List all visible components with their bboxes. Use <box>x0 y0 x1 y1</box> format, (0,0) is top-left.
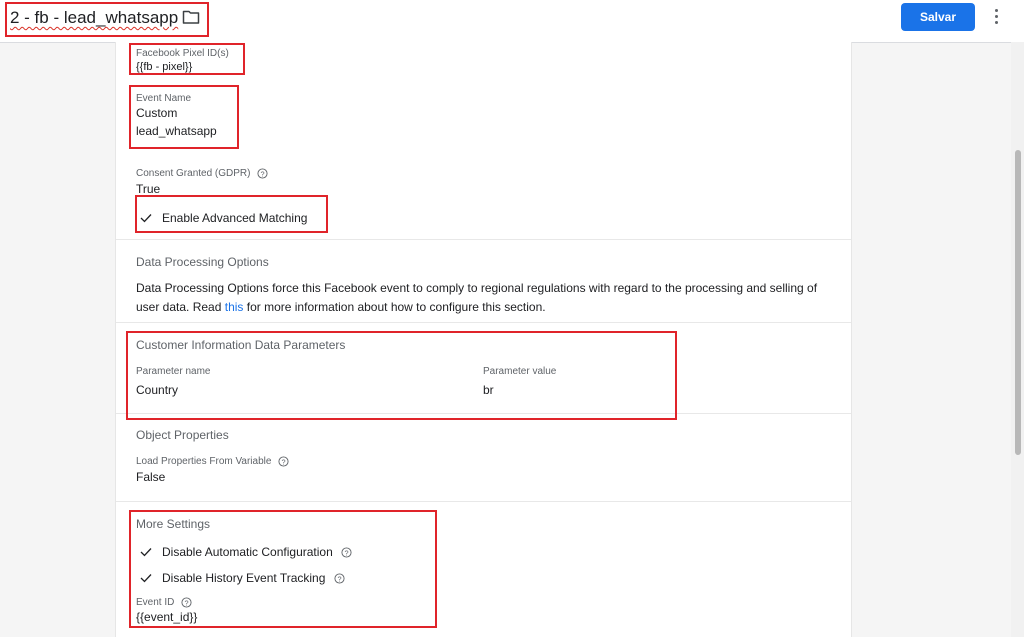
help-icon[interactable]: ? <box>257 168 268 179</box>
help-icon[interactable]: ? <box>278 456 289 467</box>
event-id-label: Event ID ? <box>136 597 192 608</box>
tag-title[interactable]: 2 - fb - lead_whatsapp <box>10 8 178 28</box>
help-icon[interactable]: ? <box>181 597 192 608</box>
disable-history-event-tracking[interactable]: Disable History Event Tracking ? <box>162 571 345 585</box>
tag-configuration-panel: Facebook Pixel ID(s) {{fb - pixel}} Even… <box>115 42 852 637</box>
consent-label: Consent Granted (GDPR) ? <box>136 168 268 179</box>
event-id-value: {{event_id}} <box>136 610 198 624</box>
load-properties-label-text: Load Properties From Variable <box>136 456 272 468</box>
svg-text:?: ? <box>282 457 286 466</box>
parameter-name-header: Parameter name <box>136 366 211 377</box>
section-divider <box>116 322 851 323</box>
load-properties-value: False <box>136 470 166 484</box>
consent-label-text: Consent Granted (GDPR) <box>136 168 251 180</box>
section-divider <box>116 239 851 240</box>
check-icon <box>140 574 152 583</box>
pixel-id-label: Facebook Pixel ID(s) <box>136 48 229 59</box>
event-type-value: Custom <box>136 106 178 120</box>
save-button[interactable]: Salvar <box>901 3 975 31</box>
check-icon <box>140 548 152 557</box>
help-icon[interactable]: ? <box>334 573 345 584</box>
top-bar: 2 - fb - lead_whatsapp Salvar <box>0 0 1024 43</box>
help-icon[interactable]: ? <box>341 547 352 558</box>
object-properties-title: Object Properties <box>136 428 229 442</box>
parameter-value-cell: br <box>483 383 494 397</box>
enable-advanced-matching[interactable]: Enable Advanced Matching <box>162 211 307 225</box>
svg-text:?: ? <box>185 598 189 607</box>
more-settings-title: More Settings <box>136 517 211 531</box>
svg-text:?: ? <box>345 549 349 558</box>
pixel-id-value: {{fb - pixel}} <box>136 61 193 73</box>
event-name-label: Event Name <box>136 93 192 104</box>
disable-automatic-configuration[interactable]: Disable Automatic Configuration ? <box>162 545 352 559</box>
parameter-name-cell: Country <box>136 383 179 397</box>
consent-value: True <box>136 182 161 196</box>
disable-auto-config-text: Disable Automatic Configuration <box>162 545 333 559</box>
event-name-value: lead_whatsapp <box>136 124 217 138</box>
parameter-value-header: Parameter value <box>483 366 557 377</box>
scrollbar-thumb[interactable] <box>1015 150 1021 455</box>
data-processing-description: Data Processing Options force this Faceb… <box>136 279 836 317</box>
dp-help-link[interactable]: this <box>225 300 244 314</box>
more-options-icon[interactable] <box>994 9 1000 27</box>
svg-text:?: ? <box>337 575 341 584</box>
disable-history-text: Disable History Event Tracking <box>162 571 326 585</box>
event-id-label-text: Event ID <box>136 597 175 609</box>
section-divider <box>116 501 851 502</box>
section-divider <box>116 413 851 414</box>
customer-info-title: Customer Information Data Parameters <box>136 338 346 352</box>
svg-text:?: ? <box>261 169 265 178</box>
data-processing-title: Data Processing Options <box>136 255 269 269</box>
dp-text-after: for more information about how to config… <box>243 300 546 314</box>
check-icon <box>140 214 152 223</box>
folder-icon[interactable] <box>182 9 200 25</box>
load-properties-label: Load Properties From Variable ? <box>136 456 289 467</box>
